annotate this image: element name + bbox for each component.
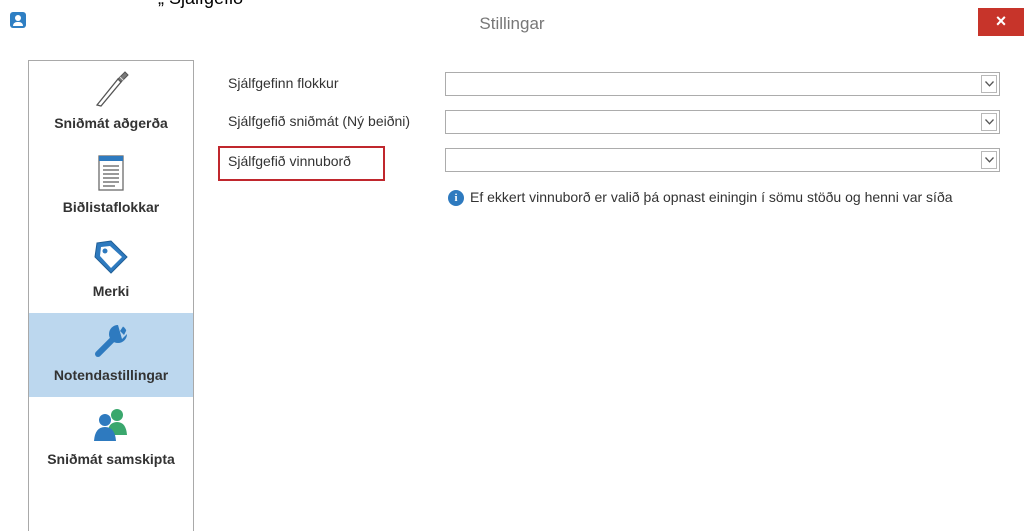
sidebar-item-label: Notendastillingar bbox=[53, 367, 169, 383]
sidebar-item-label: Merki bbox=[92, 283, 130, 299]
field-label-default-workbench: Sjálfgefið vinnuborð bbox=[228, 153, 351, 169]
window-title: Stillingar bbox=[479, 14, 545, 33]
scalpel-icon bbox=[95, 71, 129, 107]
chevron-down-icon[interactable] bbox=[981, 75, 997, 93]
info-text: Ef ekkert vinnuborð er valið þá opnast e… bbox=[470, 189, 953, 205]
chevron-down-icon[interactable] bbox=[981, 151, 997, 169]
users-icon bbox=[94, 409, 127, 441]
info-icon: i bbox=[448, 190, 464, 206]
sidebar-item-label: Sniðmát aðgerða bbox=[54, 115, 168, 131]
wrench-icon bbox=[95, 325, 127, 357]
sidebar-item-snidmat-adgerda[interactable]: Sniðmát aðgerða bbox=[29, 61, 193, 145]
sidebar-item-bidlistaflokkar[interactable]: Biðlistaflokkar bbox=[29, 145, 193, 229]
close-button[interactable]: × bbox=[978, 8, 1024, 36]
top-crop-text: „ Sjálfgefið bbox=[158, 0, 243, 8]
sidebar-item-snidmat-samskipta[interactable]: Sniðmát samskipta bbox=[29, 397, 193, 481]
field-label-default-category: Sjálfgefinn flokkur bbox=[228, 75, 339, 91]
chevron-down-icon[interactable] bbox=[981, 113, 997, 131]
sidebar-item-merki[interactable]: Merki bbox=[29, 229, 193, 313]
top-crop-artifact: „ Sjálfgefið bbox=[0, 0, 1024, 8]
default-workbench-select[interactable] bbox=[445, 148, 1000, 172]
sidebar-item-label: Biðlistaflokkar bbox=[62, 199, 160, 215]
sidebar-item-notendastillingar[interactable]: Notendastillingar bbox=[29, 313, 193, 397]
sidebar-item-label: Sniðmát samskipta bbox=[47, 451, 175, 467]
tag-icon bbox=[94, 240, 128, 274]
field-label-default-template: Sjálfgefið sniðmát (Ný beiðni) bbox=[228, 113, 411, 129]
default-category-select[interactable] bbox=[445, 72, 1000, 96]
title-bar: Stillingar × bbox=[0, 8, 1024, 44]
document-list-icon bbox=[98, 155, 124, 191]
sidebar: Sniðmát aðgerða Biðlistaflokkar Merki No… bbox=[28, 60, 194, 531]
default-template-select[interactable] bbox=[445, 110, 1000, 134]
